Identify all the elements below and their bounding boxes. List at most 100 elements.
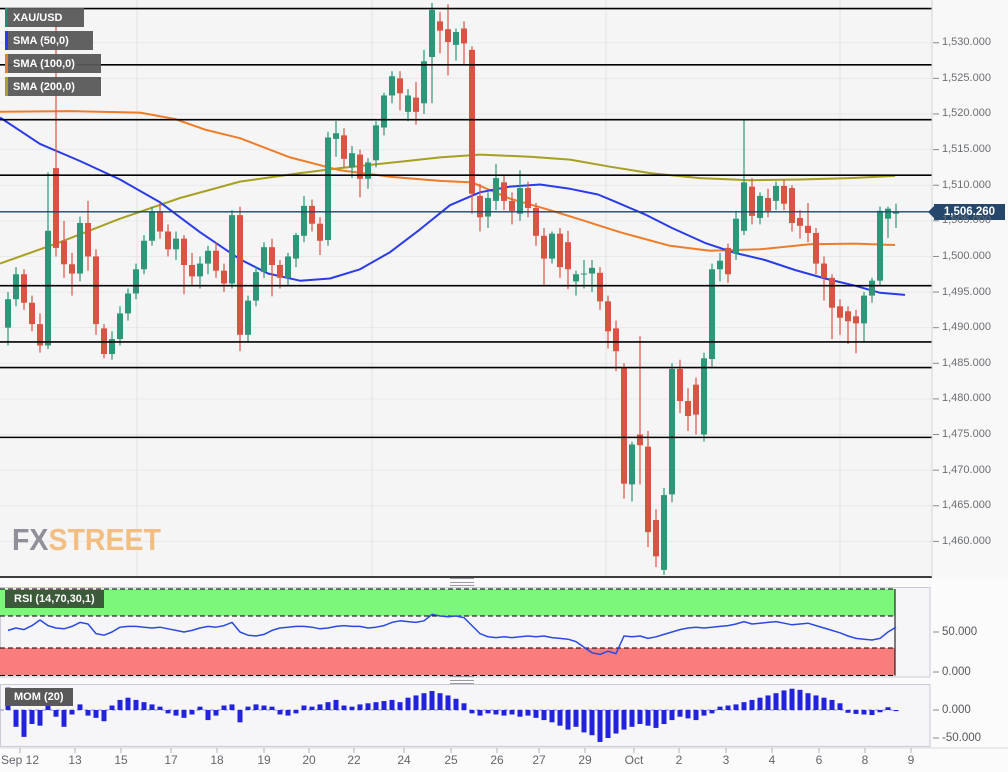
candle-body[interactable] [133,269,139,293]
candle-body[interactable] [421,61,427,103]
candle-body[interactable] [789,188,795,223]
candle-body[interactable] [197,264,203,277]
candle-body[interactable] [437,21,443,30]
candle-body[interactable] [709,269,715,359]
candle-body[interactable] [701,358,707,434]
legend-item-sma-200-0[interactable]: SMA (200,0) [5,77,101,96]
candle-body[interactable] [597,273,603,301]
candle-body[interactable] [621,368,627,483]
candle-body[interactable] [877,211,883,281]
candle-body[interactable] [589,268,595,274]
candle-body[interactable] [733,219,739,254]
candle-body[interactable] [813,233,819,264]
candle-body[interactable] [573,274,579,281]
rsi-panel-resize-handle[interactable] [450,578,474,586]
candle-body[interactable] [365,162,371,178]
candle-body[interactable] [781,186,787,204]
candle-body[interactable] [189,265,195,276]
candle-body[interactable] [821,264,827,278]
candle-body[interactable] [349,153,355,167]
candle-body[interactable] [661,495,667,570]
candle-body[interactable] [861,296,867,324]
candle-body[interactable] [477,196,483,217]
candle-body[interactable] [69,264,75,273]
candle-body[interactable] [141,241,147,269]
candle-body[interactable] [653,520,659,556]
candle-body[interactable] [445,29,451,42]
candle-body[interactable] [61,241,67,265]
candle-body[interactable] [93,256,99,324]
candle-body[interactable] [525,188,531,208]
candle-body[interactable] [829,278,835,308]
chart-canvas[interactable] [0,0,1008,772]
candle-body[interactable] [765,198,771,211]
candle-body[interactable] [45,231,51,346]
candle-body[interactable] [325,137,331,240]
candle-body[interactable] [549,234,555,259]
candle-body[interactable] [725,248,731,274]
candle-body[interactable] [805,226,811,233]
candle-body[interactable] [581,274,587,275]
candle-body[interactable] [269,247,275,265]
candle-body[interactable] [341,135,347,159]
candle-body[interactable] [565,242,571,269]
candle-body[interactable] [205,251,211,264]
candle-body[interactable] [797,218,803,226]
candle-body[interactable] [381,95,387,127]
candle-body[interactable] [541,236,547,259]
candle-body[interactable] [413,98,419,112]
candle-body[interactable] [885,209,891,219]
candle-body[interactable] [149,212,155,240]
candle-body[interactable] [397,78,403,93]
candle-body[interactable] [285,256,291,277]
candle-body[interactable] [77,223,83,274]
candle-body[interactable] [645,447,651,532]
candle-body[interactable] [277,265,283,278]
candle-body[interactable] [13,274,19,299]
candle-body[interactable] [677,369,683,401]
candle-body[interactable] [21,274,27,302]
candle-body[interactable] [669,369,675,494]
candle-body[interactable] [293,235,299,259]
candle-body[interactable] [453,32,459,45]
candle-body[interactable] [637,435,643,446]
mom-panel-resize-handle[interactable] [450,676,474,684]
candle-body[interactable] [485,198,491,217]
main-plot-background[interactable] [0,0,932,577]
legend-item-xau-usd[interactable]: XAU/USD [5,8,84,27]
candle-body[interactable] [605,301,611,331]
candle-body[interactable] [157,212,163,231]
candle-body[interactable] [389,76,395,95]
candle-body[interactable] [5,299,11,327]
candle-body[interactable] [53,168,59,248]
candle-body[interactable] [237,215,243,335]
candle-body[interactable] [125,293,131,313]
candle-body[interactable] [165,232,171,250]
candle-body[interactable] [301,206,307,236]
candle-body[interactable] [517,188,523,214]
candle-body[interactable] [317,224,323,241]
candle-body[interactable] [429,10,435,57]
candle-body[interactable] [741,182,747,230]
candle-body[interactable] [181,239,187,265]
candle-body[interactable] [221,271,227,284]
candle-body[interactable] [853,316,859,323]
candle-body[interactable] [213,251,219,271]
candle-body[interactable] [773,186,779,201]
candle-body[interactable] [245,301,251,335]
candle-body[interactable] [717,261,723,270]
candle-body[interactable] [837,306,843,317]
candle-body[interactable] [229,215,235,283]
candle-body[interactable] [173,239,179,250]
candle-body[interactable] [309,206,315,224]
candle-body[interactable] [757,196,763,218]
candle-body[interactable] [629,445,635,485]
candle-body[interactable] [261,247,267,272]
candle-body[interactable] [117,313,123,339]
candle-body[interactable] [493,178,499,201]
candle-body[interactable] [693,385,699,415]
candle-body[interactable] [405,95,411,111]
candle-body[interactable] [469,50,475,194]
rsi-indicator-label[interactable]: RSI (14,70,30,1) [5,590,104,608]
candle-body[interactable] [29,303,35,324]
